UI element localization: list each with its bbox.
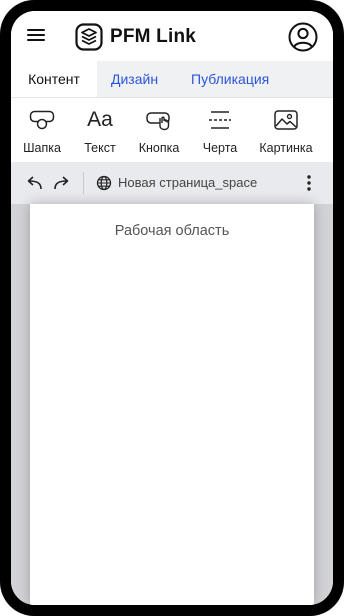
user-profile-icon[interactable] xyxy=(288,22,318,52)
header-block-icon xyxy=(29,110,55,130)
tab-publish[interactable]: Публикация xyxy=(191,61,269,97)
tab-label: Дизайн xyxy=(111,71,159,87)
hamburger-menu-icon[interactable] xyxy=(27,27,45,43)
tool-label: Черта xyxy=(202,141,238,155)
page-canvas[interactable]: Рабочая область xyxy=(30,204,314,605)
tool-text[interactable]: Aa Текст xyxy=(68,108,132,155)
workspace-label: Рабочая область xyxy=(114,223,230,239)
tab-design[interactable]: Дизайн xyxy=(111,61,158,97)
block-toolbox: Шапка Aa Текст Кнопка Черта Картинка xyxy=(11,98,333,163)
tab-label: Публикация xyxy=(191,71,270,87)
device-frame: PFM Link Контент Дизайн Публикация Шапка… xyxy=(0,0,344,616)
top-bar: PFM Link xyxy=(11,11,333,61)
divider-line-icon xyxy=(209,111,231,129)
tool-label: Кнопка xyxy=(138,141,180,155)
mode-tabs: Контент Дизайн Публикация xyxy=(11,61,333,98)
work-area: Рабочая область xyxy=(11,204,333,605)
tool-button[interactable]: Кнопка xyxy=(127,108,191,155)
layers-logo-icon xyxy=(75,23,103,51)
tool-label: Шапка xyxy=(23,141,61,155)
page-name[interactable]: Новая страница_space xyxy=(118,175,257,190)
more-options-icon[interactable] xyxy=(303,174,315,192)
image-icon xyxy=(274,110,298,130)
app-logo: PFM Link xyxy=(75,22,196,52)
tool-divider[interactable]: Черта xyxy=(188,108,252,155)
tool-label: Текст xyxy=(84,141,116,155)
tab-content[interactable]: Контент xyxy=(11,61,97,97)
undo-icon[interactable] xyxy=(25,175,43,191)
button-click-icon xyxy=(146,112,170,131)
globe-icon xyxy=(96,175,112,191)
tab-label: Контент xyxy=(28,71,80,87)
tool-label: Картинка xyxy=(259,141,313,155)
page-bar: Новая страница_space xyxy=(11,162,333,204)
tool-header[interactable]: Шапка xyxy=(11,108,74,155)
app-screen: PFM Link Контент Дизайн Публикация Шапка… xyxy=(11,11,333,605)
text-icon: Aa xyxy=(87,108,113,131)
redo-icon[interactable] xyxy=(53,175,71,191)
tool-image[interactable]: Картинка xyxy=(254,108,318,155)
app-title: PFM Link xyxy=(110,26,197,47)
pagebar-divider xyxy=(83,172,84,194)
